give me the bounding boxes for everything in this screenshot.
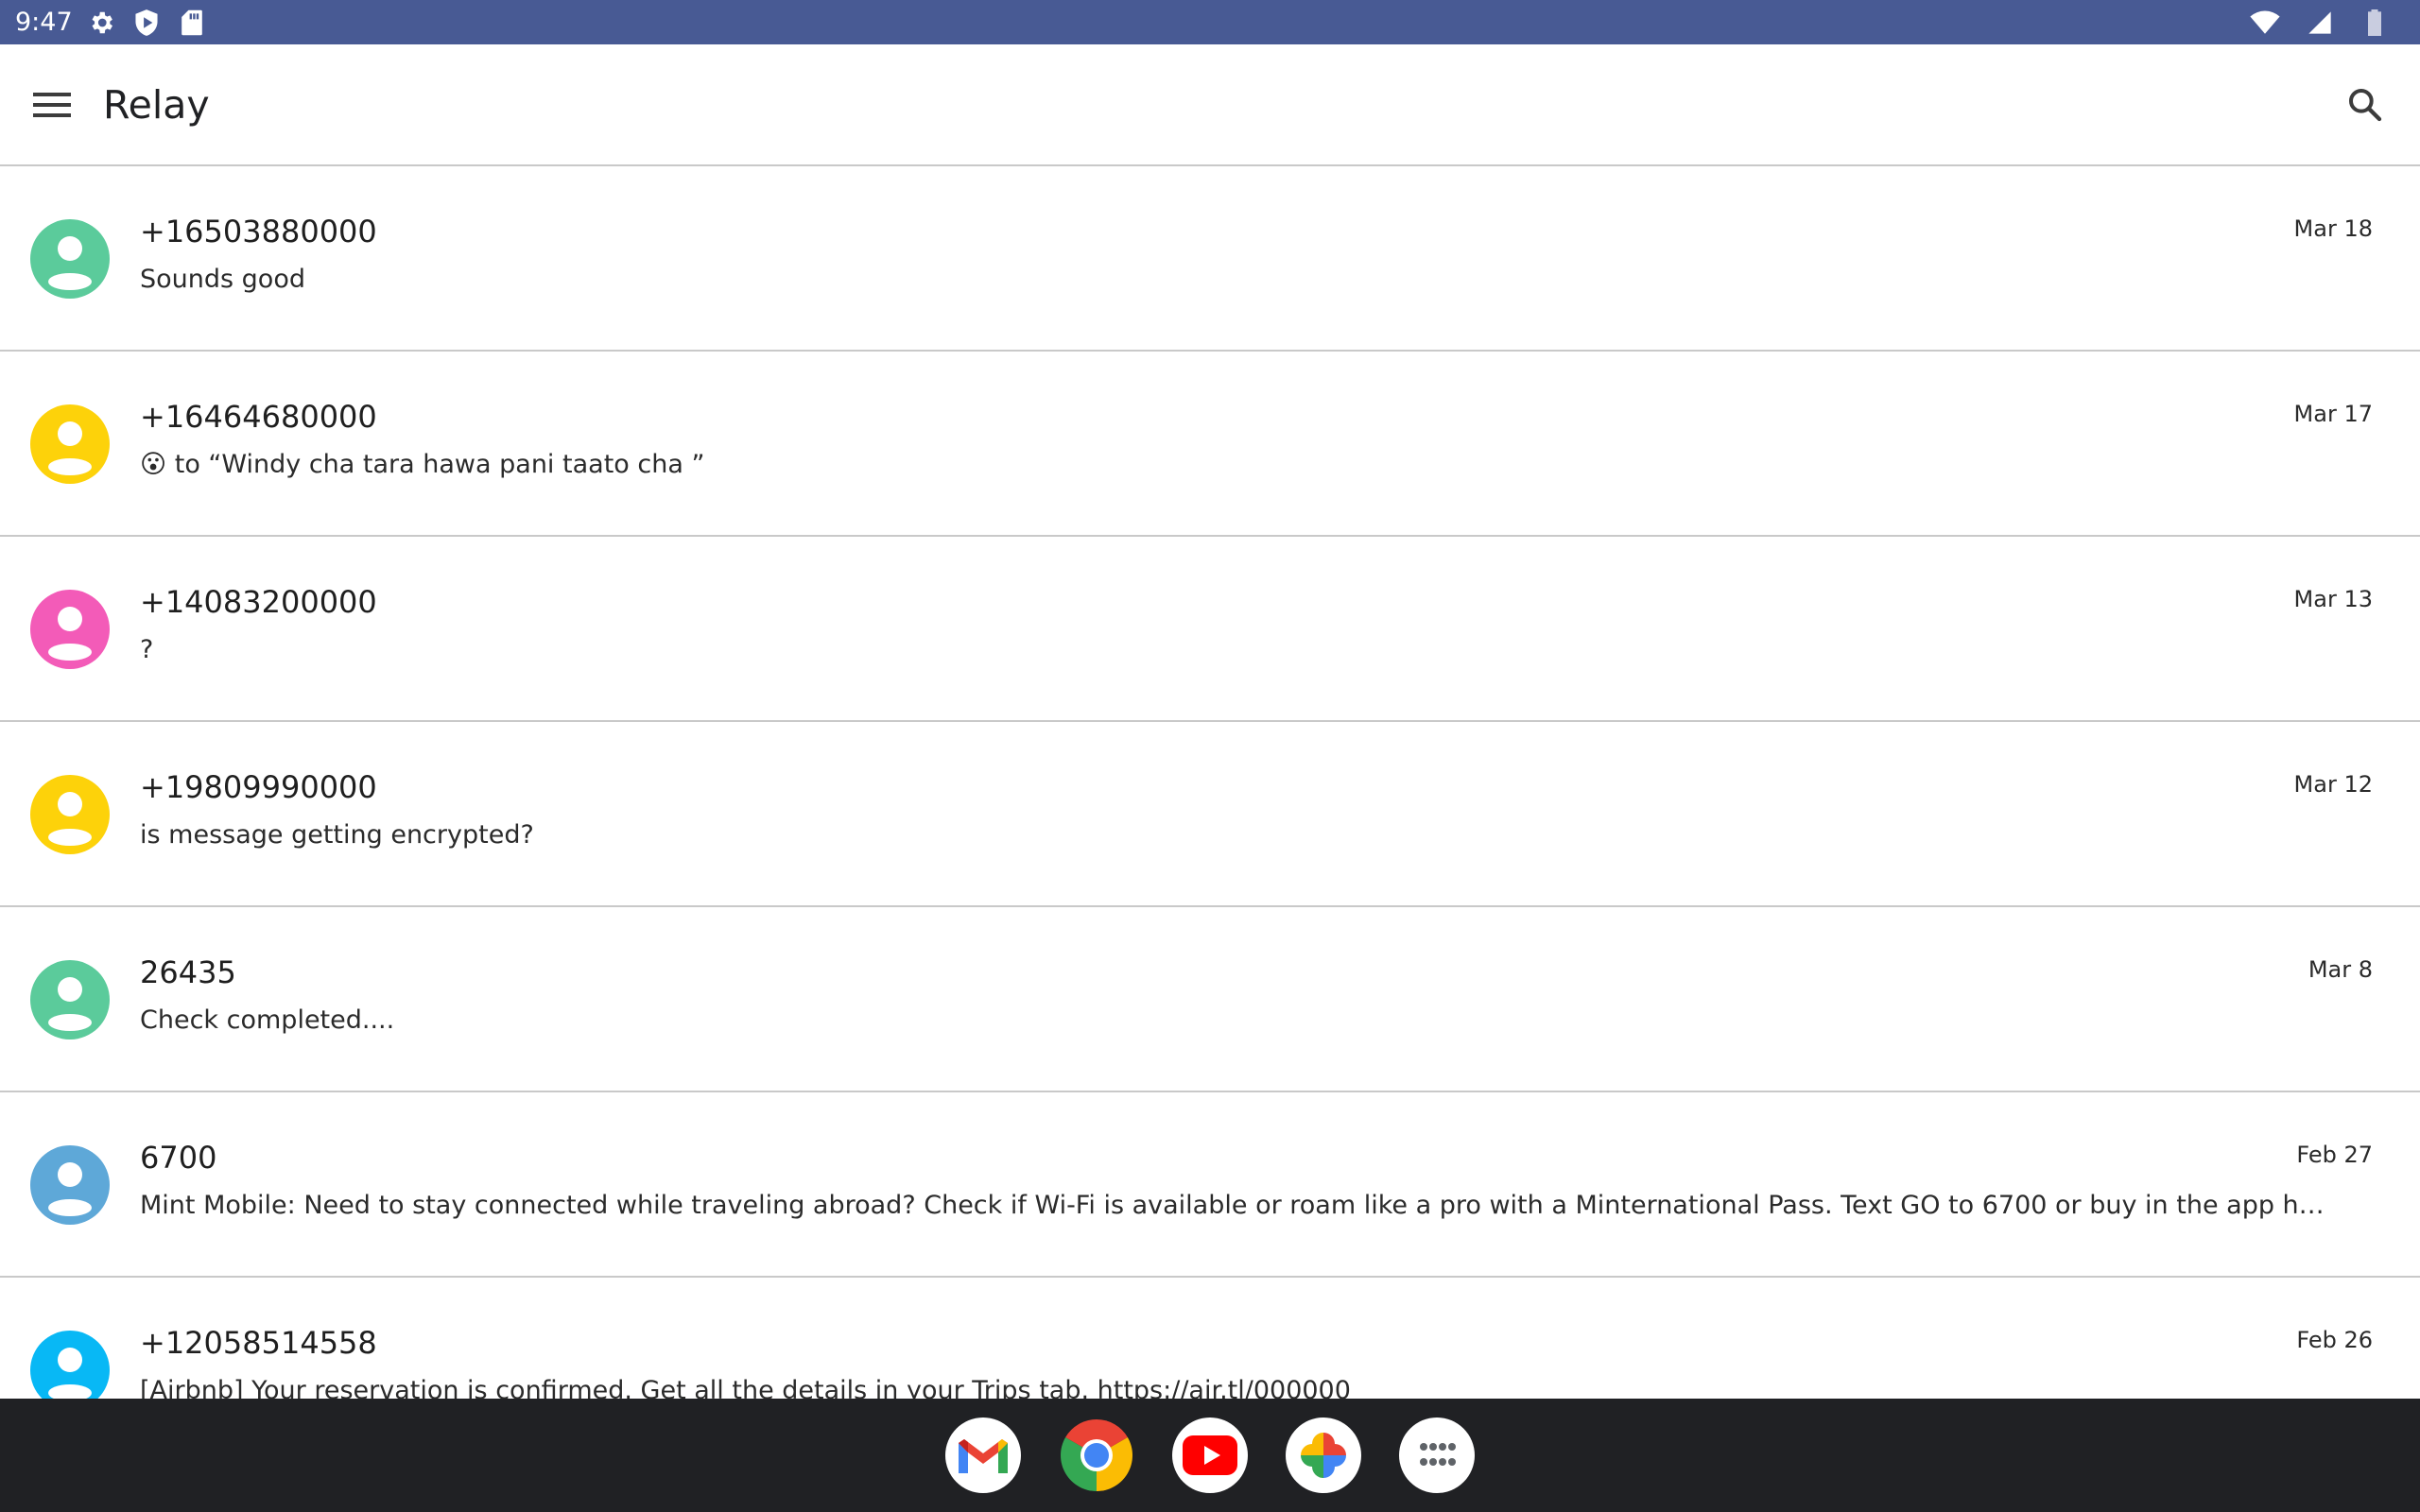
contact-name: +19809990000 bbox=[140, 769, 377, 805]
person-icon bbox=[48, 792, 92, 846]
avatar bbox=[30, 590, 110, 669]
message-snippet: 😮 to “Windy cha tara hawa pani taato cha… bbox=[140, 450, 705, 479]
contact-name: +12058514558 bbox=[140, 1325, 377, 1361]
gmail-icon[interactable] bbox=[945, 1418, 1021, 1493]
gear-icon bbox=[86, 8, 116, 38]
app-bar: Relay bbox=[0, 44, 2420, 166]
person-icon bbox=[48, 1348, 92, 1399]
contact-name: +16464680000 bbox=[140, 399, 377, 435]
hamburger-menu-icon[interactable] bbox=[26, 78, 78, 131]
avatar bbox=[30, 404, 110, 484]
contact-name: 6700 bbox=[140, 1140, 217, 1176]
youtube-icon[interactable] bbox=[1172, 1418, 1248, 1493]
photos-icon[interactable] bbox=[1286, 1418, 1361, 1493]
status-time: 9:47 bbox=[15, 8, 73, 37]
status-bar: 9:47 bbox=[0, 0, 2420, 44]
message-date: Feb 26 bbox=[2296, 1327, 2373, 1353]
person-icon bbox=[48, 977, 92, 1031]
person-icon bbox=[48, 236, 92, 290]
play-shield-icon bbox=[131, 8, 162, 38]
avatar bbox=[30, 1145, 110, 1225]
conversation-row[interactable]: +16464680000 😮 to “Windy cha tara hawa pa… bbox=[0, 352, 2420, 537]
conversation-row[interactable]: +16503880000 Sounds good Mar 18 bbox=[0, 166, 2420, 352]
app-dock bbox=[0, 1399, 2420, 1512]
conversation-row[interactable]: +19809990000 is message getting encrypted… bbox=[0, 722, 2420, 907]
message-date: Mar 18 bbox=[2293, 215, 2373, 242]
message-snippet: [Airbnb] Your reservation is confirmed. … bbox=[140, 1376, 1351, 1399]
contact-name: 26435 bbox=[140, 954, 236, 990]
battery-icon bbox=[2360, 8, 2390, 38]
app-title: Relay bbox=[103, 81, 210, 128]
signal-icon bbox=[2305, 8, 2335, 38]
message-date: Mar 8 bbox=[2308, 956, 2373, 983]
message-snippet: ? bbox=[140, 635, 154, 664]
message-date: Mar 17 bbox=[2293, 401, 2373, 427]
avatar bbox=[30, 1331, 110, 1399]
conversation-row[interactable]: +12058514558 [Airbnb] Your reservation is… bbox=[0, 1278, 2420, 1399]
message-date: Mar 12 bbox=[2293, 771, 2373, 798]
message-snippet: Mint Mobile: Need to stay connected whil… bbox=[140, 1191, 2329, 1220]
conversation-row[interactable]: 26435 Check completed.... Mar 8 bbox=[0, 907, 2420, 1092]
contact-name: +16503880000 bbox=[140, 214, 377, 249]
conversation-row[interactable]: +14083200000? Mar 13 bbox=[0, 537, 2420, 722]
message-snippet: Check completed.... bbox=[140, 1005, 395, 1035]
person-icon bbox=[48, 1162, 92, 1216]
app-drawer-icon[interactable] bbox=[1399, 1418, 1475, 1493]
message-snippet: Sounds good bbox=[140, 265, 305, 294]
conversation-row[interactable]: 6700 Mint Mobile: Need to stay connected … bbox=[0, 1092, 2420, 1278]
sd-card-icon bbox=[177, 8, 207, 38]
person-icon bbox=[48, 607, 92, 661]
avatar bbox=[30, 219, 110, 299]
contact-name: +14083200000 bbox=[140, 584, 377, 620]
search-icon[interactable] bbox=[2339, 78, 2392, 131]
message-snippet: is message getting encrypted? bbox=[140, 820, 534, 850]
message-date: Mar 13 bbox=[2293, 586, 2373, 612]
conversation-list: +16503880000 Sounds good Mar 18 +1646468000… bbox=[0, 166, 2420, 1399]
avatar bbox=[30, 960, 110, 1040]
person-icon bbox=[48, 421, 92, 475]
wifi-icon bbox=[2250, 8, 2280, 38]
avatar bbox=[30, 775, 110, 854]
message-date: Feb 27 bbox=[2296, 1142, 2373, 1168]
chrome-icon[interactable] bbox=[1059, 1418, 1134, 1493]
